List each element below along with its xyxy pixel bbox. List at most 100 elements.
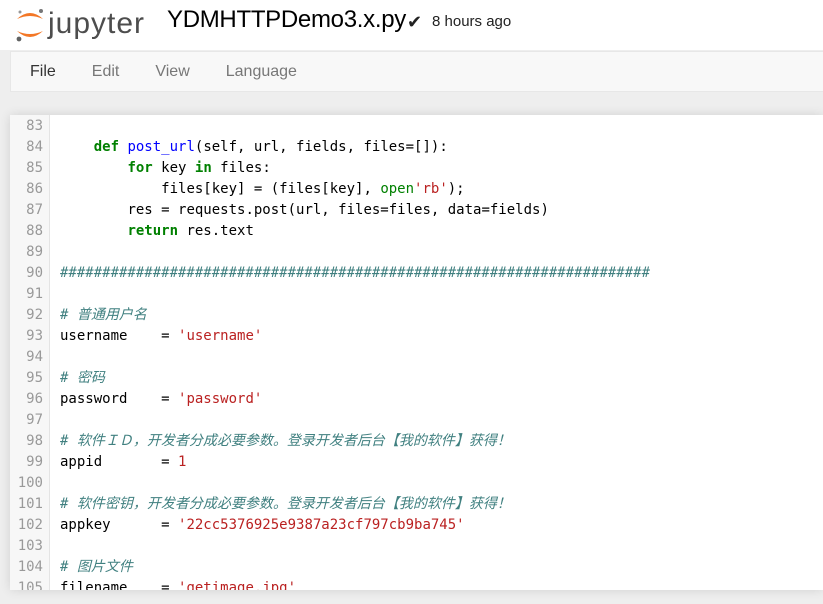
line-number: 92 bbox=[26, 307, 43, 323]
line-number: 103 bbox=[17, 538, 43, 554]
jupyter-logo-icon bbox=[16, 9, 43, 42]
token-a: key bbox=[152, 160, 195, 176]
code-text: # 软件ＩＤ，开发者分成必要参数。登录开发者后台【我的软件】获得！ bbox=[60, 431, 511, 452]
code-text: # 图片文件 bbox=[60, 557, 133, 578]
token-fn: post_url bbox=[127, 139, 195, 155]
code-line[interactable]: 103 bbox=[10, 536, 823, 557]
line-number: 87 bbox=[26, 202, 43, 218]
code-line[interactable]: 98 # 软件ＩＤ，开发者分成必要参数。登录开发者后台【我的软件】获得！ bbox=[10, 431, 823, 452]
code-line[interactable]: 101 # 软件密钥，开发者分成必要参数。登录开发者后台【我的软件】获得！ bbox=[10, 494, 823, 515]
line-number: 100 bbox=[17, 475, 43, 491]
line-number: 96 bbox=[26, 391, 43, 407]
code-line[interactable]: 91 bbox=[10, 284, 823, 305]
token-a: filename = bbox=[60, 580, 179, 590]
code-line[interactable]: 100 bbox=[10, 473, 823, 494]
code-line[interactable]: 85 for key in files: bbox=[10, 158, 823, 179]
code-text: # 普通用户名 bbox=[60, 305, 147, 326]
token-a: appid = bbox=[60, 454, 179, 470]
token-cm: # 密码 bbox=[60, 370, 105, 386]
token-s: 'getimage.jpg' bbox=[178, 580, 297, 590]
token-rest: (self, url, fields, files=[]): bbox=[194, 139, 448, 155]
code-line[interactable]: 90 ######################################… bbox=[10, 263, 823, 284]
code-line[interactable]: 102 appkey = '22cc5376925e9387a23cf797cb9… bbox=[10, 515, 823, 536]
token-a: appkey = bbox=[60, 517, 179, 533]
token-kw1: def bbox=[93, 139, 120, 155]
token-a: files[key] = bbox=[161, 181, 271, 197]
code-line[interactable]: 84 def post_url(self, url, fields, files… bbox=[10, 137, 823, 158]
code-line[interactable]: 104 # 图片文件 bbox=[10, 557, 823, 578]
code-text: def post_url(self, url, fields, files=[]… bbox=[60, 137, 448, 158]
line-number: 93 bbox=[26, 328, 43, 344]
token-kw1: return bbox=[127, 223, 179, 239]
line-number: 98 bbox=[26, 433, 43, 449]
code-line[interactable]: 83 bbox=[10, 116, 823, 137]
code-line[interactable]: 99 appid = 1 bbox=[10, 452, 823, 473]
line-number: 97 bbox=[26, 412, 43, 428]
code-line[interactable]: 94 bbox=[10, 347, 823, 368]
token-s: 1 bbox=[178, 454, 187, 470]
code-line[interactable]: 87 res = requests.post(url, files=files,… bbox=[10, 200, 823, 221]
token-c: ); bbox=[447, 181, 465, 197]
code-text: appid = 1 bbox=[60, 452, 186, 473]
code-line[interactable]: 88 return res.text bbox=[10, 221, 823, 242]
token-bi: open bbox=[380, 181, 415, 197]
code-text: for key in files: bbox=[60, 158, 271, 179]
token-s: '22cc5376925e9387a23cf797cb9ba745' bbox=[178, 517, 465, 533]
menu-edit[interactable]: Edit bbox=[74, 51, 138, 92]
token-cm: ########################################… bbox=[60, 265, 651, 281]
code-text: username = 'username' bbox=[60, 326, 262, 347]
line-number: 101 bbox=[17, 496, 43, 512]
menu-file[interactable]: File bbox=[12, 51, 74, 92]
token-b: (files[key], bbox=[270, 181, 381, 197]
notebook-name[interactable]: YDMHTTPDemo3.x.py bbox=[167, 6, 406, 34]
jupyter-logo[interactable]: jupyter bbox=[14, 4, 145, 44]
line-number: 91 bbox=[26, 286, 43, 302]
code-text: ########################################… bbox=[60, 263, 650, 284]
code-line[interactable]: 86 files[key] = (files[key], open'rb'); bbox=[10, 179, 823, 200]
code-line[interactable]: 96 password = 'password' bbox=[10, 389, 823, 410]
code-text: return res.text bbox=[60, 221, 254, 242]
line-number: 84 bbox=[26, 139, 43, 155]
token-s: 'username' bbox=[178, 328, 263, 344]
code-text: files[key] = (files[key], open'rb'); bbox=[60, 179, 465, 200]
line-number: 102 bbox=[17, 517, 43, 533]
menu-language[interactable]: Language bbox=[208, 51, 315, 92]
code-text: password = 'password' bbox=[60, 389, 262, 410]
line-number: 89 bbox=[26, 244, 43, 260]
token-b: files: bbox=[211, 160, 271, 176]
code-line[interactable]: 89 bbox=[10, 242, 823, 263]
code-line[interactable]: 97 bbox=[10, 410, 823, 431]
token-cm: # 软件密钥，开发者分成必要参数。登录开发者后台【我的软件】获得！ bbox=[60, 496, 511, 512]
line-number: 90 bbox=[26, 265, 43, 281]
menu-view[interactable]: View bbox=[137, 51, 207, 92]
token-cm: # 图片文件 bbox=[60, 559, 133, 575]
header: jupyter YDMHTTPDemo3.x.py ✔ 8 hours ago bbox=[0, 0, 823, 50]
token-a: password = bbox=[60, 391, 179, 407]
code-line[interactable]: 93 username = 'username' bbox=[10, 326, 823, 347]
line-number: 88 bbox=[26, 223, 43, 239]
code-line[interactable]: 92 # 普通用户名 bbox=[10, 305, 823, 326]
token-cm: # 普通用户名 bbox=[60, 307, 147, 323]
line-number: 104 bbox=[17, 559, 43, 575]
token-cm: # 软件ＩＤ，开发者分成必要参数。登录开发者后台【我的软件】获得！ bbox=[60, 433, 511, 449]
token-kw1: for bbox=[127, 160, 153, 176]
code-line[interactable]: 105 filename = 'getimage.jpg' bbox=[10, 578, 823, 590]
saved-check-icon: ✔ bbox=[407, 12, 423, 32]
token-kw2: in bbox=[194, 160, 212, 176]
code-text: # 软件密钥，开发者分成必要参数。登录开发者后台【我的软件】获得！ bbox=[60, 494, 511, 515]
line-number: 105 bbox=[17, 580, 43, 590]
save-status: 8 hours ago bbox=[432, 13, 512, 30]
code-line[interactable]: 95 # 密码 bbox=[10, 368, 823, 389]
token-a: res = requests.post(url, files=files, da… bbox=[127, 202, 549, 218]
code-text: # 密码 bbox=[60, 368, 105, 389]
token-a: res.text bbox=[178, 223, 254, 239]
line-number: 99 bbox=[26, 454, 43, 470]
menubar: File Edit View Language bbox=[10, 51, 823, 92]
code-text: appkey = '22cc5376925e9387a23cf797cb9ba7… bbox=[60, 515, 465, 536]
line-number: 94 bbox=[26, 349, 43, 365]
code-editor[interactable]: 83 84 def post_url(self, url, fields, fil… bbox=[10, 115, 823, 590]
